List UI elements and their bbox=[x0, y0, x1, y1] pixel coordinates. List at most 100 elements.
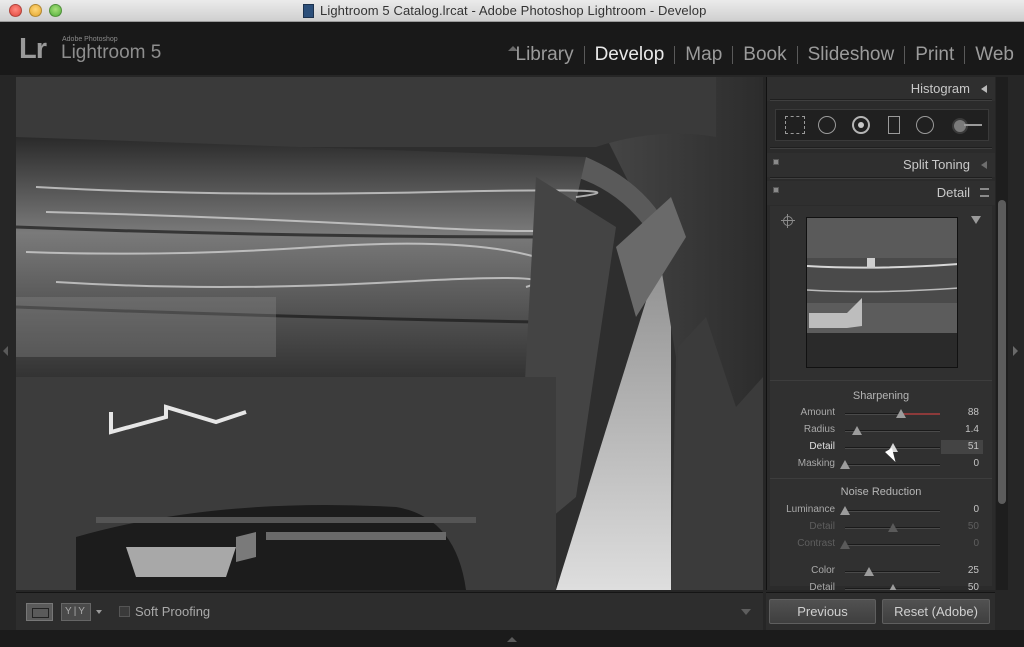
module-web[interactable]: Web bbox=[975, 44, 1014, 66]
masking-label: Masking bbox=[797, 458, 835, 469]
color-slider-row: Color 25 bbox=[770, 564, 992, 580]
masking-value[interactable]: 0 bbox=[973, 458, 979, 469]
target-adjust-icon[interactable] bbox=[781, 214, 795, 228]
module-print[interactable]: Print bbox=[915, 44, 954, 66]
panel-divider bbox=[770, 99, 992, 101]
previous-button[interactable]: Previous bbox=[769, 599, 876, 624]
luminance-contrast-slider-track[interactable] bbox=[845, 544, 940, 546]
split-toning-panel-header[interactable]: Split Toning bbox=[767, 153, 995, 177]
detail-panel-header[interactable]: Detail bbox=[767, 181, 995, 205]
color-value[interactable]: 25 bbox=[968, 565, 979, 576]
tool-strip bbox=[775, 109, 989, 141]
section-divider bbox=[770, 478, 992, 479]
amount-slider-thumb[interactable] bbox=[896, 409, 907, 418]
module-book[interactable]: Book bbox=[743, 44, 786, 66]
amount-slider-over-range bbox=[901, 413, 940, 415]
amount-value[interactable]: 88 bbox=[968, 407, 979, 418]
module-divider bbox=[964, 46, 966, 64]
crop-icon[interactable] bbox=[818, 116, 836, 134]
radius-label: Radius bbox=[803, 424, 835, 435]
loupe-view-button[interactable] bbox=[26, 603, 53, 621]
color-slider-track[interactable] bbox=[845, 571, 940, 573]
detail-panel-body: Sharpening Amount 88 Radius 1.4 Detail 5… bbox=[770, 206, 992, 590]
split-toning-collapse-icon[interactable] bbox=[981, 161, 987, 169]
luminance-detail-value[interactable]: 50 bbox=[968, 521, 979, 532]
color-slider-thumb[interactable] bbox=[863, 567, 874, 576]
soft-proofing-label[interactable]: Soft Proofing bbox=[135, 604, 210, 619]
window-title: Lightroom 5 Catalog.lrcat - Adobe Photos… bbox=[320, 3, 707, 18]
preview-toggle-icon[interactable] bbox=[971, 216, 981, 224]
close-window-button[interactable] bbox=[9, 4, 22, 17]
luminance-slider-track[interactable] bbox=[845, 510, 940, 512]
graduated-filter-icon[interactable] bbox=[888, 116, 900, 134]
spot-removal-icon[interactable] bbox=[852, 116, 870, 134]
masking-slider-thumb[interactable] bbox=[840, 460, 850, 469]
luminance-contrast-label: Contrast bbox=[797, 538, 835, 549]
before-after-dropdown-icon[interactable] bbox=[96, 610, 102, 614]
module-divider bbox=[732, 46, 734, 64]
color-detail-value[interactable]: 50 bbox=[968, 582, 979, 590]
toolbar-options-dropdown-icon[interactable] bbox=[741, 609, 751, 615]
luminance-contrast-value[interactable]: 0 bbox=[973, 538, 979, 549]
right-panel-scroll-thumb[interactable] bbox=[998, 200, 1006, 504]
luminance-value[interactable]: 0 bbox=[973, 504, 979, 515]
histogram-panel-header[interactable]: Histogram bbox=[767, 77, 995, 101]
detail-label: Detail bbox=[809, 441, 835, 452]
detail-toggle-icon[interactable] bbox=[773, 187, 779, 193]
panel-divider bbox=[770, 177, 992, 179]
color-detail-label: Detail bbox=[809, 582, 835, 590]
luminance-slider-thumb[interactable] bbox=[840, 506, 850, 515]
detail-collapse-icon[interactable] bbox=[980, 188, 989, 197]
amount-label: Amount bbox=[800, 407, 835, 418]
title-bar: Lightroom 5 Catalog.lrcat - Adobe Photos… bbox=[0, 0, 1024, 22]
module-divider bbox=[796, 46, 798, 64]
histogram-panel-title: Histogram bbox=[910, 81, 970, 96]
color-detail-slider-thumb[interactable] bbox=[887, 584, 898, 590]
right-panel-footer: Previous Reset (Adobe) bbox=[766, 592, 995, 630]
adjustment-brush-icon[interactable] bbox=[952, 116, 982, 134]
split-toning-toggle-icon[interactable] bbox=[773, 159, 779, 165]
collapse-right-panel-arrow-icon[interactable] bbox=[1013, 346, 1018, 356]
luminance-detail-slider-row: Detail 50 bbox=[770, 520, 992, 536]
zoom-window-button[interactable] bbox=[49, 4, 62, 17]
detail-preview-image bbox=[807, 218, 957, 367]
minimize-window-button[interactable] bbox=[29, 4, 42, 17]
radius-value[interactable]: 1.4 bbox=[965, 424, 979, 435]
masking-slider-row: Masking 0 bbox=[770, 457, 992, 473]
soft-proofing-checkbox[interactable] bbox=[119, 606, 130, 617]
luminance-detail-slider-thumb[interactable] bbox=[887, 523, 898, 532]
module-map[interactable]: Map bbox=[685, 44, 722, 66]
module-slideshow[interactable]: Slideshow bbox=[808, 44, 895, 66]
masking-slider-track[interactable] bbox=[845, 464, 940, 466]
reset-button[interactable]: Reset (Adobe) bbox=[882, 599, 990, 624]
module-divider bbox=[674, 46, 676, 64]
expand-left-panel-arrow-icon[interactable] bbox=[3, 346, 8, 356]
module-develop[interactable]: Develop bbox=[595, 44, 665, 66]
panel-divider bbox=[770, 147, 992, 149]
detail-value[interactable]: 51 bbox=[968, 441, 979, 452]
before-after-button[interactable]: Y|Y bbox=[61, 603, 91, 621]
bottom-toolbar: Y|Y Soft Proofing bbox=[16, 592, 763, 630]
radius-slider-thumb[interactable] bbox=[852, 426, 863, 435]
module-picker: Library Develop Map Book Slideshow Print… bbox=[516, 44, 1015, 66]
radial-filter-icon[interactable] bbox=[916, 116, 934, 134]
module-divider bbox=[583, 46, 585, 64]
sharpening-title: Sharpening bbox=[852, 390, 910, 402]
app-window: Lightroom 5 Catalog.lrcat - Adobe Photos… bbox=[0, 0, 1024, 647]
luminance-contrast-slider-row: Contrast 0 bbox=[770, 537, 992, 553]
amount-slider-row: Amount 88 bbox=[770, 406, 992, 422]
grid-overlay-icon[interactable] bbox=[785, 116, 805, 134]
photo-image bbox=[16, 77, 763, 590]
color-label: Color bbox=[811, 565, 835, 576]
luminance-contrast-slider-thumb[interactable] bbox=[840, 540, 850, 549]
color-detail-slider-row: Detail 50 bbox=[770, 581, 992, 590]
histogram-collapse-icon[interactable] bbox=[981, 85, 987, 93]
module-library[interactable]: Library bbox=[516, 44, 574, 66]
detail-preview[interactable] bbox=[806, 217, 958, 368]
photo-canvas[interactable] bbox=[16, 77, 763, 590]
brand-name: Lightroom 5 bbox=[61, 42, 162, 63]
expand-filmstrip-arrow-icon[interactable] bbox=[507, 637, 517, 642]
module-divider bbox=[904, 46, 906, 64]
split-toning-panel-title: Split Toning bbox=[903, 157, 970, 172]
luminance-detail-label: Detail bbox=[809, 521, 835, 532]
